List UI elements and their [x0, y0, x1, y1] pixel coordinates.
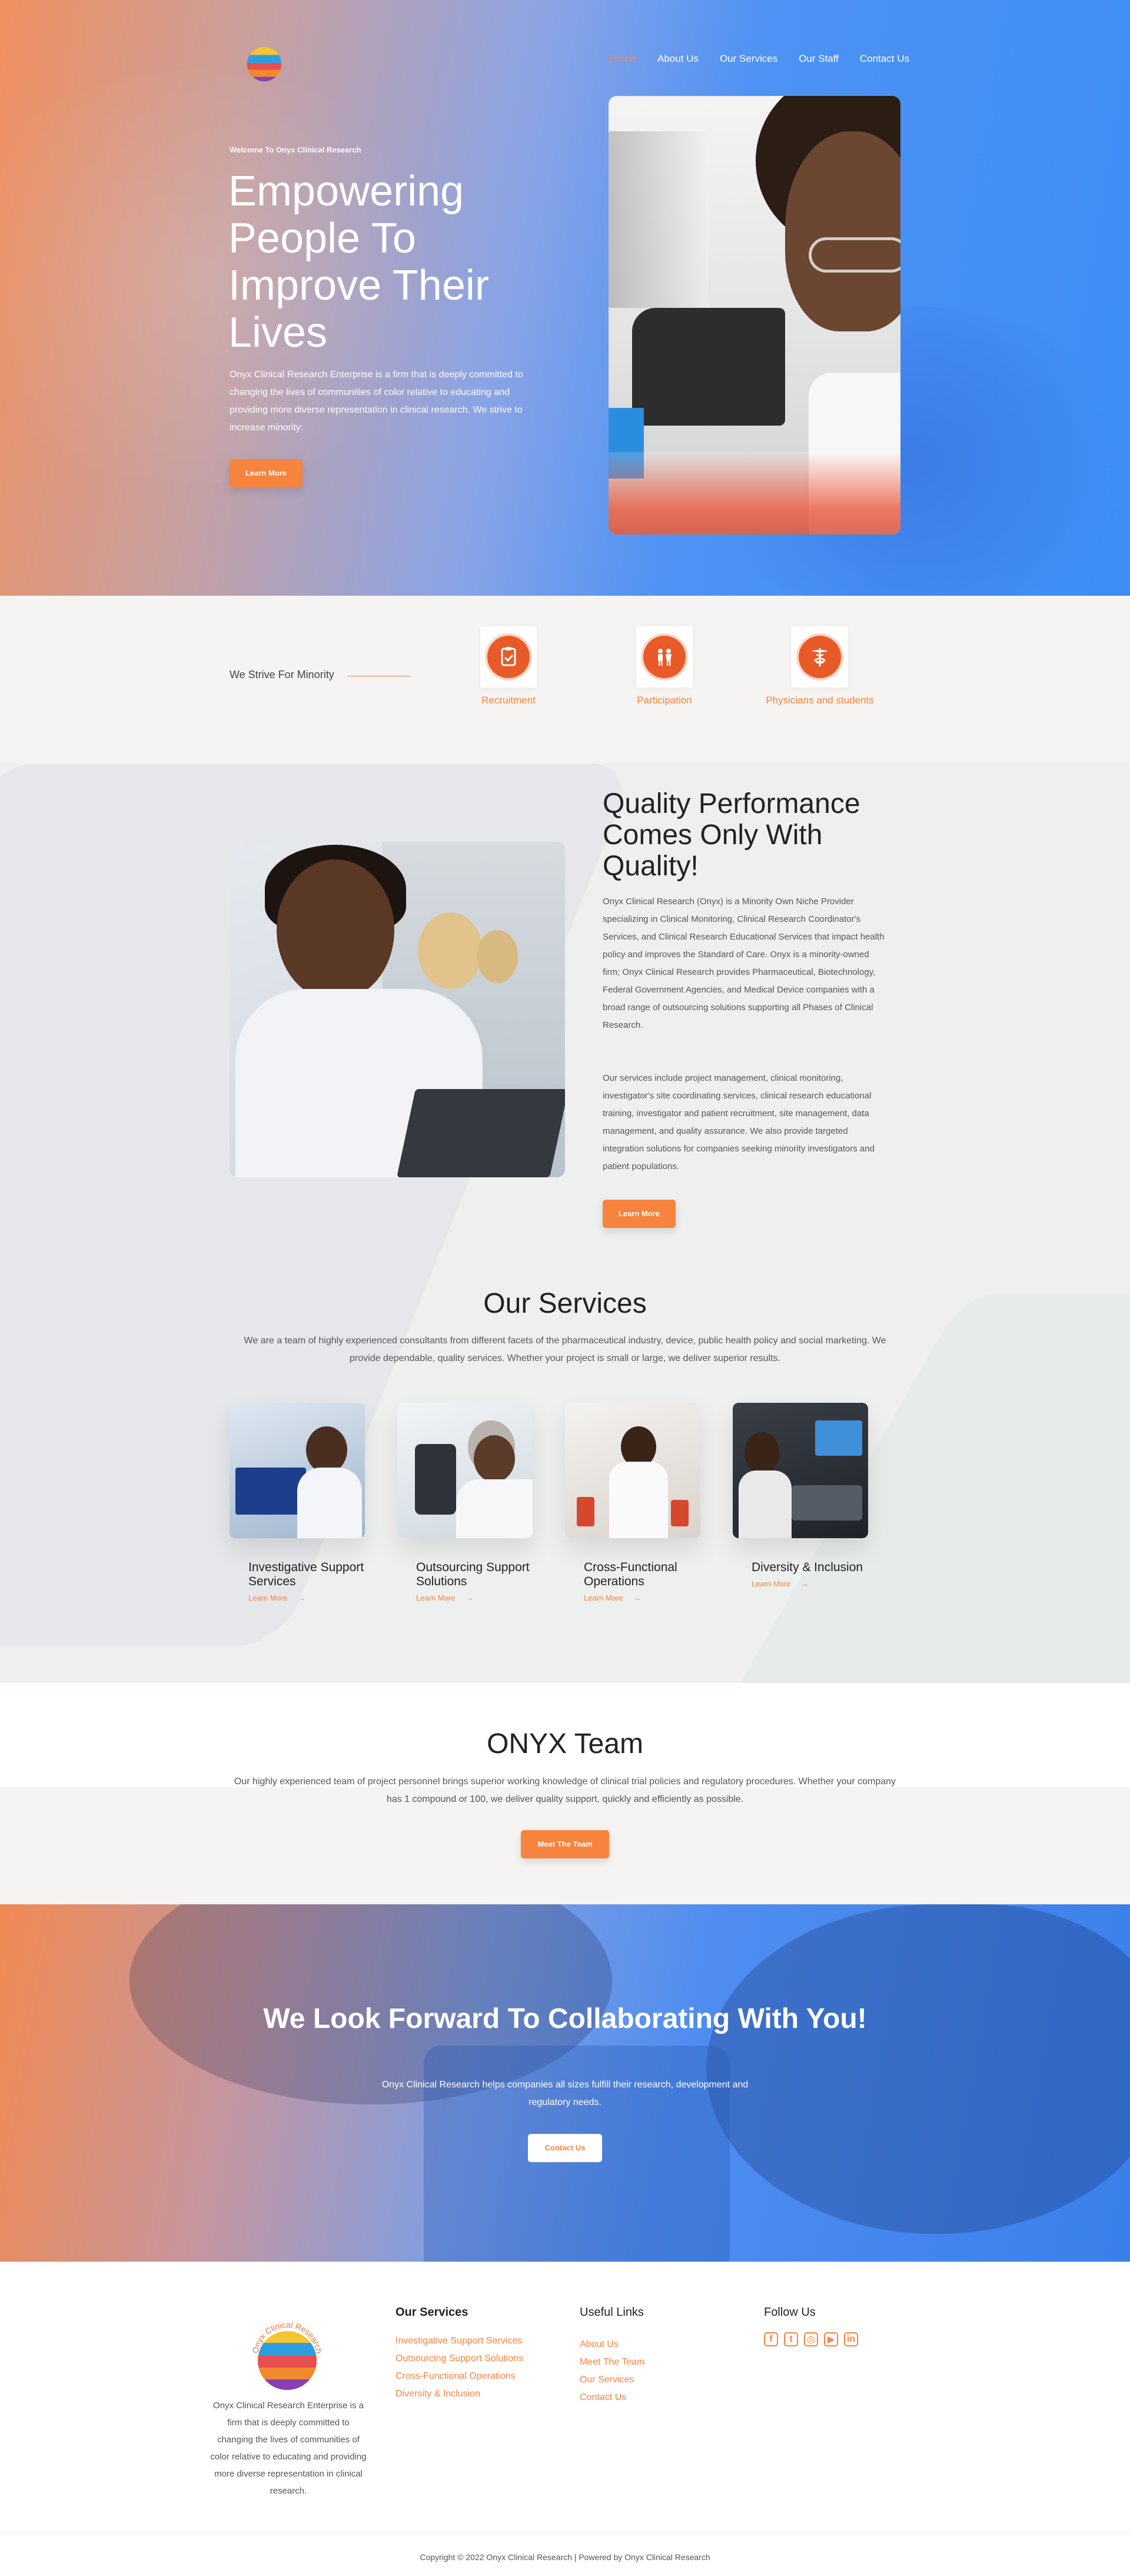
about-title: Quality Performance Comes Only With Qual… — [603, 788, 860, 882]
linkedin-icon[interactable]: in — [844, 2332, 858, 2346]
twitter-icon[interactable]: t — [784, 2332, 798, 2346]
collaborate-section: We Look Forward To Collaborating With Yo… — [0, 1904, 1130, 2262]
service-card-link[interactable]: Learn More → — [584, 1594, 700, 1602]
nav-about-us[interactable]: About Us — [657, 53, 699, 65]
team-section: ONYX Team Our highly experienced team of… — [0, 1683, 1130, 1904]
footer-link-contact-us[interactable]: Contact Us — [580, 2389, 645, 2406]
minority-focus-section: We Strive For Minority Recruitment Parti… — [0, 596, 1130, 763]
about-paragraph-2: Our services include project management,… — [603, 1073, 875, 1171]
footer-logo[interactable]: Onyx Clinical Research — [246, 2315, 328, 2397]
footer-link-meet-the-team[interactable]: Meet The Team — [580, 2353, 645, 2371]
footer-services-column: Our Services Investigative Support Servi… — [396, 2306, 523, 2403]
footer-services-heading: Our Services — [396, 2306, 468, 2319]
feature-participation: Participation — [594, 626, 735, 706]
team-description: Our highly experienced team of project p… — [234, 1777, 896, 1804]
about-learn-more-button[interactable]: Learn More — [603, 1200, 676, 1228]
footer-link-investigative[interactable]: Investigative Support Services — [396, 2332, 523, 2350]
footer-divider — [0, 2532, 1130, 2533]
service-image — [565, 1403, 700, 1538]
people-icon — [643, 636, 686, 678]
feature-physicians-students: Physicians and students — [749, 626, 890, 706]
youtube-icon[interactable]: ▶ — [824, 2332, 838, 2346]
main-navigation: Home About Us Our Services Our Staff Con… — [610, 53, 909, 65]
service-image — [230, 1403, 365, 1538]
service-card-link[interactable]: Learn More → — [248, 1594, 365, 1602]
feature-label: Physicians and students — [766, 695, 874, 706]
footer-about: Onyx Clinical Research Enterprise is a f… — [210, 2401, 367, 2496]
nav-our-staff[interactable]: Our Staff — [799, 53, 839, 65]
footer-useful-heading: Useful Links — [580, 2306, 644, 2319]
site-logo[interactable] — [241, 41, 287, 87]
copyright-text: Copyright © 2022 Onyx Clinical Research … — [420, 2552, 710, 2562]
service-card-cross-functional[interactable]: Cross-Functional Operations Learn More → — [565, 1403, 700, 1602]
clipboard-check-icon — [487, 636, 530, 678]
about-scientist-photo — [230, 842, 565, 1177]
footer-link-cross-functional[interactable]: Cross-Functional Operations — [396, 2368, 523, 2385]
caduceus-icon — [799, 636, 841, 678]
hero-description: Onyx Clinical Research Enterprise is a f… — [230, 370, 523, 433]
cta-title: We Look Forward To Collaborating With Yo… — [263, 2003, 867, 2034]
footer-follow-column: Follow Us f t ◎ ▶ in — [764, 2306, 858, 2346]
nav-home[interactable]: Home — [610, 53, 636, 65]
contact-us-button[interactable]: Contact Us — [528, 2134, 602, 2162]
arrow-right-icon: → — [633, 1594, 642, 1602]
meet-the-team-button[interactable]: Meet The Team — [521, 1830, 609, 1858]
feature-recruitment: Recruitment — [438, 626, 579, 706]
footer-link-outsourcing[interactable]: Outsourcing Support Solutions — [396, 2350, 523, 2368]
footer-link-diversity[interactable]: Diversity & Inclusion — [396, 2385, 523, 2403]
instagram-icon[interactable]: ◎ — [804, 2332, 818, 2346]
service-card-diversity[interactable]: Diversity & Inclusion Learn More → — [733, 1403, 868, 1588]
service-card-title: Cross-Functional Operations — [584, 1561, 677, 1588]
service-card-link[interactable]: Learn More → — [752, 1579, 868, 1588]
service-card-title: Outsourcing Support Solutions — [416, 1561, 530, 1588]
service-image — [733, 1403, 868, 1538]
footer-useful-links-column: Useful Links About Us Meet The Team Our … — [580, 2306, 645, 2406]
services-description: We are a team of highly experienced cons… — [244, 1336, 886, 1363]
strive-label: We Strive For Minority — [230, 669, 334, 680]
service-card-title: Investigative Support Services — [248, 1561, 364, 1588]
feature-label: Participation — [637, 695, 692, 706]
site-footer: Onyx Clinical Research Onyx Clinical Res… — [0, 2262, 1130, 2576]
service-card-title: Diversity & Inclusion — [752, 1561, 863, 1574]
footer-link-our-services[interactable]: Our Services — [580, 2371, 645, 2389]
footer-follow-heading: Follow Us — [764, 2306, 816, 2319]
arrow-right-icon: → — [298, 1594, 306, 1602]
facebook-icon[interactable]: f — [764, 2332, 778, 2346]
team-title: ONYX Team — [487, 1728, 643, 1760]
hero-section: Home About Us Our Services Our Staff Con… — [0, 0, 1130, 596]
services-title: Our Services — [483, 1288, 647, 1319]
footer-link-about-us[interactable]: About Us — [580, 2336, 645, 2353]
cta-description: Onyx Clinical Research helps companies a… — [381, 2080, 749, 2107]
nav-contact-us[interactable]: Contact Us — [860, 53, 909, 65]
hero-title: Empowering People To Improve Their Lives — [228, 168, 489, 356]
arrow-right-icon: → — [466, 1594, 474, 1602]
about-services-section: Quality Performance Comes Only With Qual… — [0, 763, 1130, 1683]
hero-scientist-photo — [609, 96, 900, 535]
service-image — [397, 1403, 533, 1538]
arrow-right-icon: → — [801, 1579, 809, 1588]
service-card-link[interactable]: Learn More → — [416, 1594, 533, 1602]
social-links: f t ◎ ▶ in — [764, 2332, 858, 2346]
hero-kicker: Welcome To Onyx Clinical Research — [230, 145, 361, 154]
service-card-investigative[interactable]: Investigative Support Services Learn Mor… — [230, 1403, 365, 1602]
service-card-outsourcing[interactable]: Outsourcing Support Solutions Learn More… — [397, 1403, 533, 1602]
feature-label: Recruitment — [481, 695, 536, 706]
nav-our-services[interactable]: Our Services — [720, 53, 777, 65]
hero-learn-more-button[interactable]: Learn More — [230, 459, 303, 487]
about-paragraph-1: Onyx Clinical Research (Onyx) is a Minor… — [603, 897, 885, 1030]
